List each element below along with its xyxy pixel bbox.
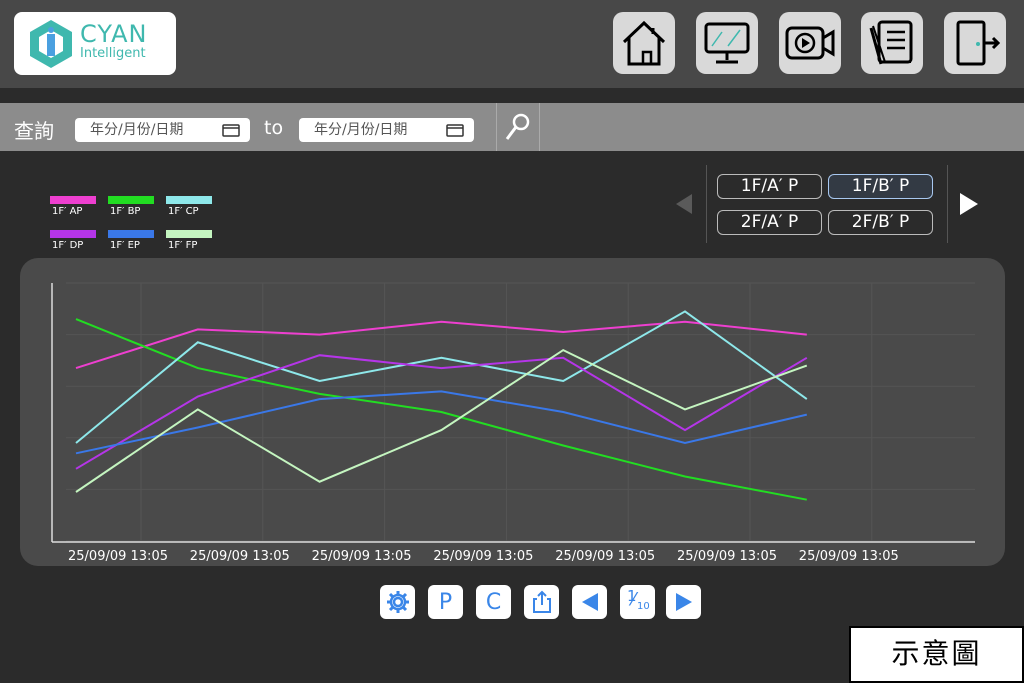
x-tick-label: 25/09/09 13:05: [190, 549, 290, 564]
legend-label: 1F′ AP: [52, 206, 83, 217]
end-date-placeholder: 年分/月份/日期: [314, 122, 408, 138]
floor-button-2f-a[interactable]: 2F/A′ P: [717, 210, 822, 235]
brand-subtitle: Intelligent: [80, 46, 146, 61]
triangle-right-icon: [675, 593, 692, 611]
cyan-logo-icon: [30, 20, 72, 68]
brand-logo: CYAN Intelligent: [14, 12, 176, 75]
series-line: [75, 348, 808, 493]
share-icon: [532, 590, 551, 613]
query-bar: 查詢 年分/月份/日期 to 年分/月份/日期: [0, 103, 1024, 151]
legend-label: 1F′ CP: [168, 206, 199, 217]
x-tick-label: 25/09/09 13:05: [68, 549, 168, 564]
page-indicator: 1 ⁄ 10: [620, 585, 655, 619]
monitor-button[interactable]: [696, 12, 758, 74]
series-line: [75, 318, 807, 501]
legend-swatch: [166, 196, 212, 204]
report-icon: [869, 20, 913, 65]
export-button[interactable]: [524, 585, 559, 619]
series-line: [75, 320, 807, 370]
report-button[interactable]: [861, 12, 923, 74]
floor-button-2f-b[interactable]: 2F/B′ P: [828, 210, 933, 235]
x-tick-label: 25/09/09 13:05: [799, 549, 899, 564]
chart-panel: 25/09/09 13:05 25/09/09 13:05 25/09/09 13:…: [20, 258, 1005, 566]
calendar-icon[interactable]: [222, 123, 240, 137]
start-date-input[interactable]: 年分/月份/日期: [75, 118, 250, 142]
x-tick-label: 25/09/09 13:05: [312, 549, 412, 564]
page-total: 10: [637, 601, 650, 612]
fraction-slash: ⁄: [632, 589, 636, 610]
floor-selector: 1F/A′ P 1F/B′ P 2F/A′ P 2F/B′ P: [706, 165, 948, 243]
legend-swatch: [108, 230, 154, 238]
start-date-placeholder: 年分/月份/日期: [90, 122, 184, 138]
floor-button-1f-b[interactable]: 1F/B′ P: [828, 174, 933, 199]
query-label: 查詢: [14, 119, 54, 143]
home-button[interactable]: [613, 12, 675, 74]
calendar-icon[interactable]: [446, 123, 464, 137]
previous-page-button[interactable]: [572, 585, 607, 619]
line-chart: 25/09/09 13:05 25/09/09 13:05 25/09/09 13:…: [51, 282, 975, 564]
legend-swatch: [166, 230, 212, 238]
legend-label: 1F′ BP: [110, 206, 141, 217]
brand-name: CYAN: [80, 20, 148, 48]
search-button[interactable]: [496, 103, 540, 151]
legend-label: 1F′ EP: [110, 240, 140, 251]
floor-button-1f-a[interactable]: 1F/A′ P: [717, 174, 822, 199]
legend-swatch: [108, 196, 154, 204]
previous-arrow-icon[interactable]: [674, 193, 694, 215]
x-tick-label: 25/09/09 13:05: [555, 549, 655, 564]
to-label: to: [264, 117, 284, 139]
legend-swatch: [50, 196, 96, 204]
monitor-icon: [704, 22, 750, 64]
p-button[interactable]: P: [428, 585, 463, 619]
top-header: CYAN Intelligent: [0, 0, 1024, 88]
x-tick-label: 25/09/09 13:05: [433, 549, 533, 564]
gear-icon: [386, 591, 409, 613]
legend-swatch: [50, 230, 96, 238]
next-arrow-icon[interactable]: [958, 192, 980, 216]
next-page-button[interactable]: [666, 585, 701, 619]
home-icon: [622, 20, 666, 66]
end-date-input[interactable]: 年分/月份/日期: [299, 118, 474, 142]
legend-label: 1F′ FP: [168, 240, 198, 251]
c-button[interactable]: C: [476, 585, 511, 619]
search-icon: [505, 113, 530, 140]
x-tick-label: 25/09/09 13:05: [677, 549, 777, 564]
legend-label: 1F′ DP: [52, 240, 84, 251]
triangle-left-icon: [581, 593, 598, 611]
caption-box: 示意圖: [849, 626, 1024, 683]
video-button[interactable]: [779, 12, 841, 74]
logout-icon: [956, 20, 1000, 66]
settings-button[interactable]: [380, 585, 415, 619]
video-icon: [785, 26, 835, 60]
logout-button[interactable]: [944, 12, 1006, 74]
